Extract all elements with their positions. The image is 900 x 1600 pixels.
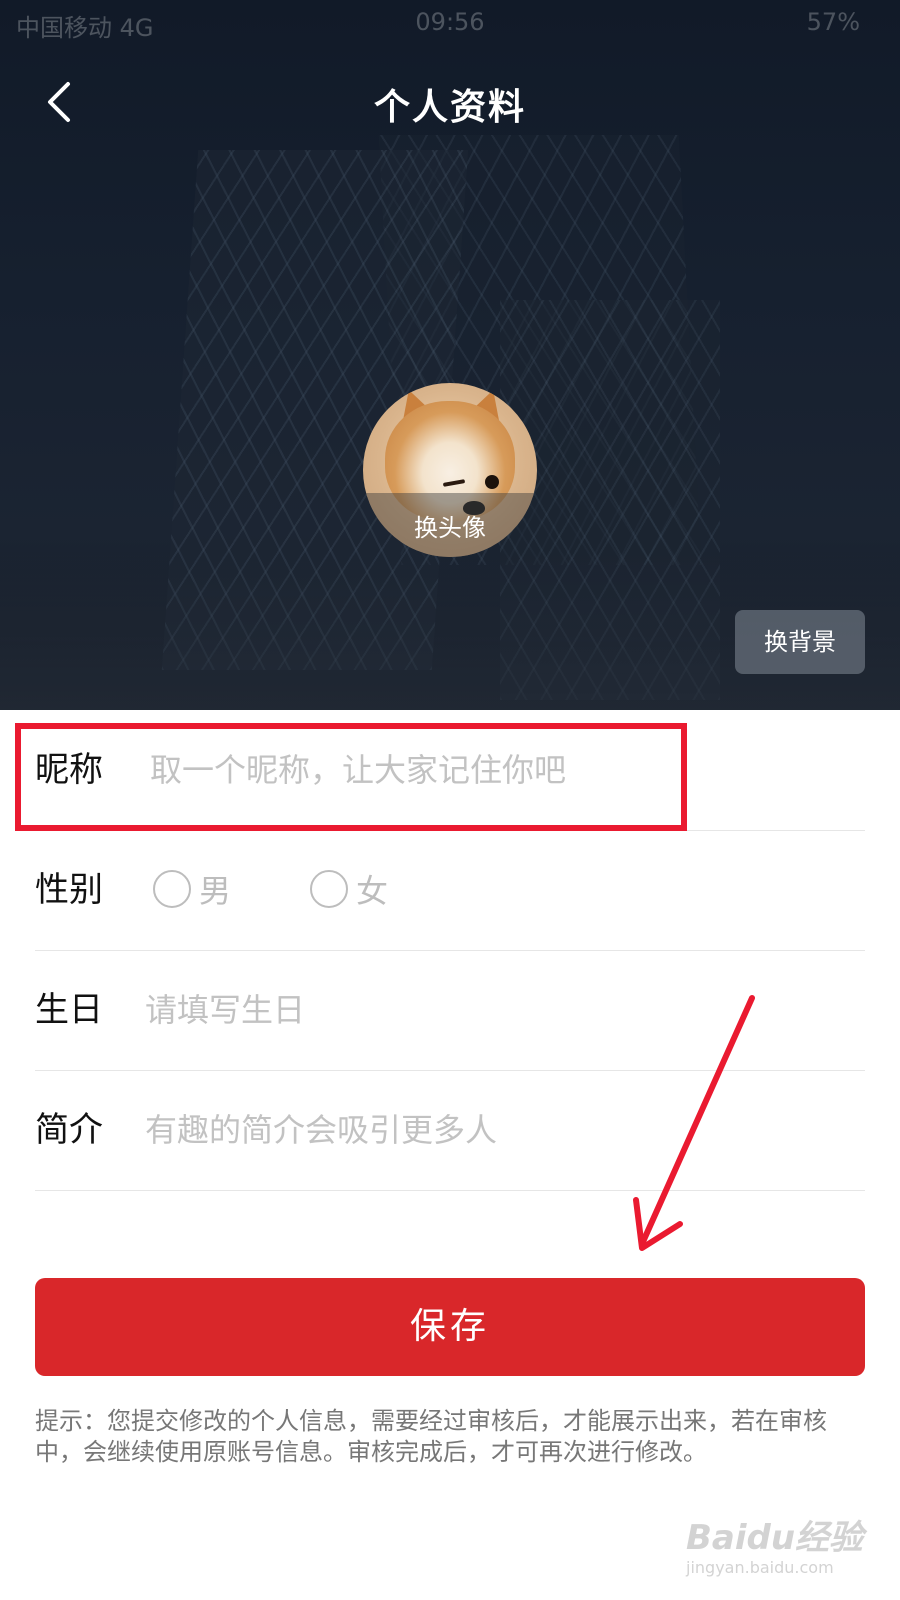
change-avatar-label: 换头像 bbox=[414, 514, 486, 542]
nickname-row: 昵称 bbox=[35, 710, 865, 831]
gender-label: 性别 bbox=[35, 870, 103, 910]
bio-input[interactable] bbox=[145, 1100, 825, 1160]
birthday-row: 生日 bbox=[35, 950, 865, 1071]
avatar-button[interactable]: 换头像 bbox=[363, 383, 537, 557]
avatar-image bbox=[485, 475, 499, 489]
watermark-logo: Baidu经验 bbox=[686, 1518, 864, 1558]
birthday-label: 生日 bbox=[35, 990, 103, 1030]
birthday-input[interactable] bbox=[145, 980, 825, 1040]
nickname-label: 昵称 bbox=[35, 750, 103, 790]
page-title: 个人资料 bbox=[373, 87, 526, 128]
gender-option-male[interactable]: 男 bbox=[153, 870, 253, 910]
gender-option-label: 男 bbox=[199, 872, 232, 910]
save-button[interactable]: 保存 bbox=[35, 1278, 865, 1376]
gender-option-female[interactable]: 女 bbox=[310, 870, 410, 910]
nickname-input[interactable] bbox=[150, 740, 830, 800]
avatar-image bbox=[442, 479, 466, 487]
bio-row: 简介 bbox=[35, 1070, 865, 1191]
status-bar: 中国移动 4G 09:56 57% bbox=[0, 0, 900, 44]
hint-text: 提示：您提交修改的个人信息，需要经过审核后，才能展示出来，若在审核中，会继续使用… bbox=[35, 1407, 827, 1466]
battery-label: 57% bbox=[806, 8, 860, 36]
change-background-button[interactable]: 换背景 bbox=[735, 610, 865, 674]
baidu-watermark: Baidu经验 jingyan.baidu.com bbox=[686, 1510, 876, 1590]
status-time: 09:56 bbox=[415, 8, 485, 36]
gender-option-label: 女 bbox=[356, 872, 389, 910]
bio-label: 简介 bbox=[35, 1110, 103, 1150]
gender-row: 性别 男 女 bbox=[35, 830, 865, 951]
radio-icon bbox=[310, 870, 348, 908]
radio-icon bbox=[153, 870, 191, 908]
watermark-url: jingyan.baidu.com bbox=[686, 1558, 834, 1577]
